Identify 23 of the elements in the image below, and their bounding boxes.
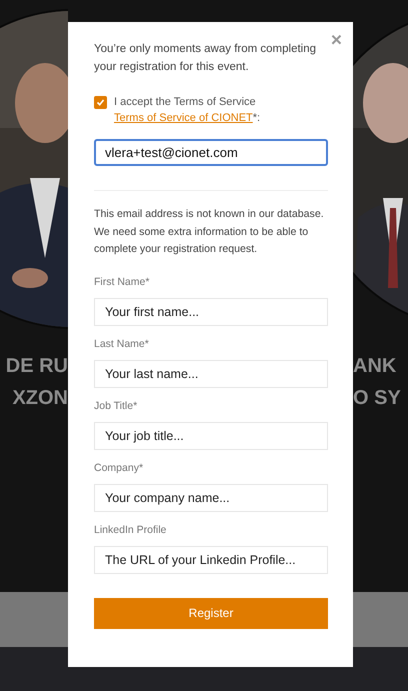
input-field[interactable]: Your company name...	[94, 484, 328, 512]
terms-checkbox[interactable]	[94, 96, 107, 109]
field-label: Company*	[94, 460, 144, 474]
checkmark-icon	[96, 98, 105, 107]
input-field[interactable]: The URL of your Linkedin Profile...	[94, 546, 328, 574]
speaker-name: ANK	[353, 354, 396, 379]
notice-text: This email address is not known in our database. We need some extra information to be able to complete your registration request.	[94, 207, 325, 257]
intro-text: You’re only moments away from completing your registration for this event.	[94, 42, 318, 75]
register-button[interactable]: Register	[94, 598, 328, 628]
input-field[interactable]: Your job title...	[94, 422, 328, 450]
email-field[interactable]: vlera+test@cionet.com	[94, 139, 328, 166]
field-label: Job Title*	[94, 398, 138, 412]
close-button[interactable]: ×	[328, 32, 345, 50]
field-label: Last Name*	[94, 336, 150, 350]
speaker-name: DE RU	[6, 354, 68, 379]
field-label: First Name*	[94, 274, 150, 288]
terms-link[interactable]: Terms of Service of CIONET	[114, 112, 253, 124]
speaker-name: O SY	[353, 386, 401, 411]
field-label: LinkedIn Profile	[94, 522, 168, 536]
speaker-name: XZON	[12, 386, 68, 411]
input-field[interactable]: Your last name...	[94, 360, 328, 388]
input-field[interactable]: Your first name...	[94, 298, 328, 326]
terms-text: I accept the Terms of Service Terms of Service of CIONET*:	[114, 95, 262, 126]
